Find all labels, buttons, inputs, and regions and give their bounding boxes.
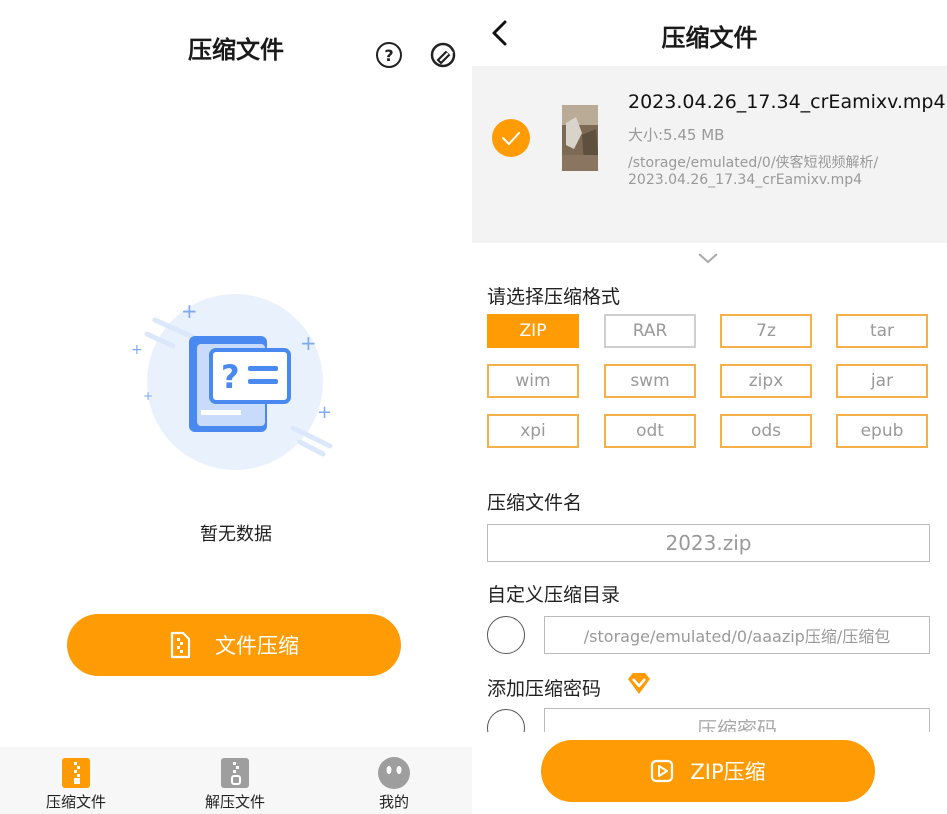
svg-text:?: ? [221, 358, 240, 396]
format-option-zipx[interactable]: zipx [720, 364, 812, 398]
password-section-label: 添加压缩密码 [487, 678, 602, 700]
svg-text:+: + [300, 331, 317, 355]
file-path-line2: 2023.04.26_17.34_crEamixv.mp4 [628, 172, 863, 188]
svg-text:+: + [317, 402, 332, 423]
edit-icon[interactable] [428, 40, 458, 70]
zip-file-icon [61, 757, 91, 789]
unzip-file-icon [220, 757, 250, 789]
zip-compress-button-label: ZIP压缩 [690, 760, 766, 784]
format-option-xpi[interactable]: xpi [487, 414, 579, 448]
password-radio[interactable] [487, 709, 525, 732]
svg-text:+: + [131, 342, 143, 358]
filename-input[interactable]: 2023.zip [487, 524, 930, 562]
check-icon [502, 132, 520, 145]
tab-mine[interactable]: 我的 [334, 747, 454, 814]
custom-dir-input[interactable]: /storage/emulated/0/aaazip压缩/压缩包 [544, 616, 930, 654]
format-option-rar[interactable]: RAR [604, 314, 696, 348]
empty-state-text: 暂无数据 [200, 524, 272, 545]
page-title: 压缩文件 [661, 24, 758, 52]
filename-section-label: 压缩文件名 [487, 492, 583, 514]
bottom-tab-bar: 压缩文件 解压文件 我的 [0, 747, 472, 814]
file-size: 大小:5.45 MB [628, 126, 725, 144]
zip-compress-button[interactable]: ZIP压缩 [541, 740, 875, 802]
format-option-7z[interactable]: 7z [720, 314, 812, 348]
tab-mine-label: 我的 [378, 793, 409, 811]
compress-home-screen: 压缩文件 ? + + + + + ? 暂无数据 文件压缩 压缩文件 解压文件 我… [0, 0, 472, 814]
help-icon[interactable]: ? [376, 42, 402, 68]
chevron-down-icon[interactable] [697, 250, 719, 264]
zip-file-icon [169, 631, 191, 659]
format-option-tar[interactable]: tar [836, 314, 928, 348]
file-compress-button-label: 文件压缩 [215, 634, 299, 658]
format-option-jar[interactable]: jar [836, 364, 928, 398]
custom-dir-radio[interactable] [487, 616, 525, 654]
svg-text:+: + [181, 299, 198, 323]
compress-settings-screen: 压缩文件 2023.04.26_17.34_crEamixv.mp4 大小:5.… [472, 0, 947, 814]
tab-compress[interactable]: 压缩文件 [16, 747, 136, 814]
video-thumbnail [562, 105, 598, 171]
page-title: 压缩文件 [188, 36, 284, 64]
format-option-zip[interactable]: ZIP [487, 314, 579, 348]
selected-file-card: 2023.04.26_17.34_crEamixv.mp4 大小:5.45 MB… [472, 75, 947, 243]
custom-dir-section-label: 自定义压缩目录 [487, 584, 621, 606]
format-option-epub[interactable]: epub [836, 414, 928, 448]
password-row-clip: 压缩密码 [472, 706, 947, 732]
format-option-ods[interactable]: ods [720, 414, 812, 448]
password-input[interactable]: 压缩密码 [544, 708, 930, 732]
divider [472, 66, 947, 75]
profile-face-icon [377, 756, 411, 790]
tab-compress-label: 压缩文件 [45, 793, 106, 811]
format-section-label: 请选择压缩格式 [487, 286, 621, 308]
svg-text:+: + [143, 389, 153, 403]
format-option-wim[interactable]: wim [487, 364, 579, 398]
format-option-odt[interactable]: odt [604, 414, 696, 448]
file-compress-button[interactable]: 文件压缩 [67, 614, 401, 676]
file-name: 2023.04.26_17.34_crEamixv.mp4 [628, 91, 946, 113]
format-option-swm[interactable]: swm [604, 364, 696, 398]
empty-state-illustration: + + + + + ? [125, 290, 345, 480]
file-path-line1: /storage/emulated/0/侠客短视频解析/ [628, 155, 879, 171]
play-file-icon [650, 759, 674, 783]
tab-decompress-label: 解压文件 [204, 793, 265, 811]
tab-decompress[interactable]: 解压文件 [175, 747, 295, 814]
file-checkbox[interactable] [492, 119, 530, 157]
vip-diamond-icon [625, 670, 653, 698]
